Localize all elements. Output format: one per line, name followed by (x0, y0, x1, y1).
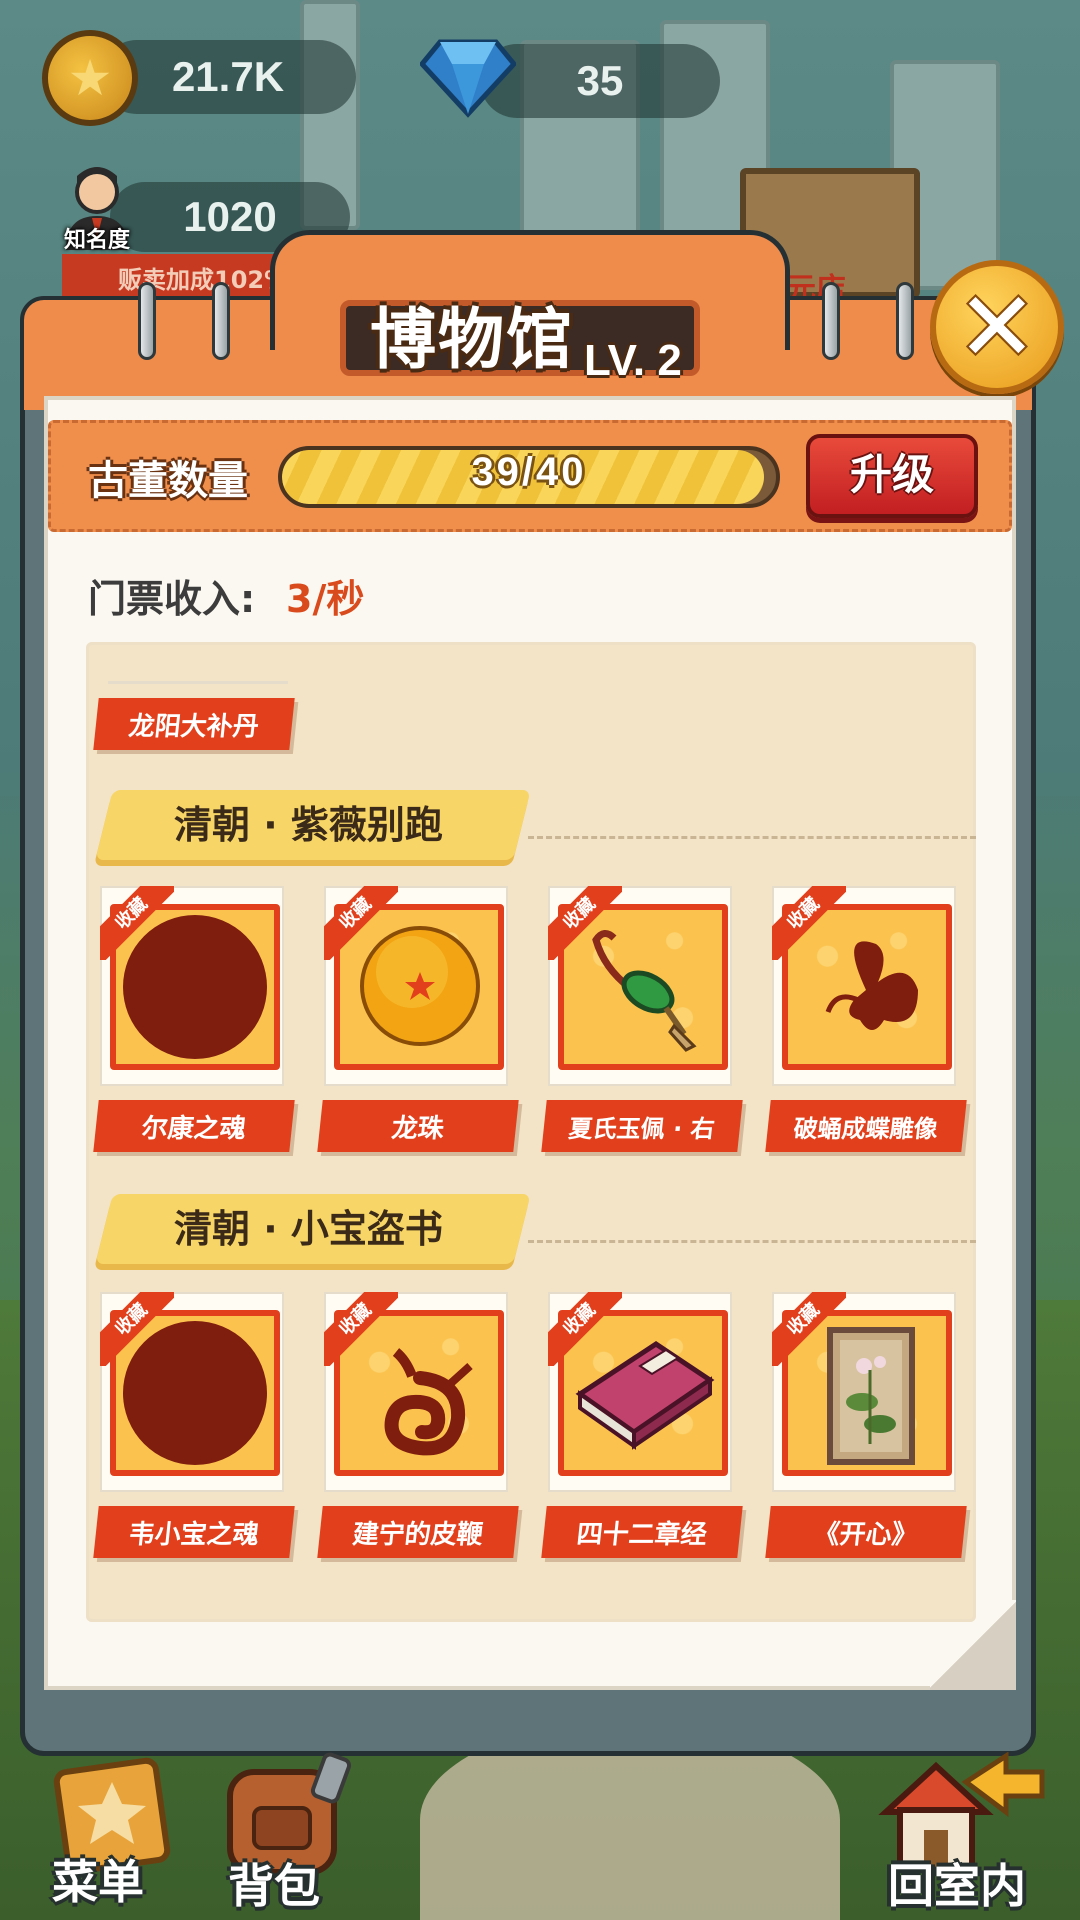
antique-count-value: 39/40 (471, 450, 587, 494)
item-name-ribbon: 龙阳大补丹 (93, 698, 295, 750)
coin-counter: 21.7K (100, 40, 356, 114)
coin-value: 21.7K (171, 53, 285, 100)
item-name-ribbon: 破蛹成蝶雕像 (765, 1100, 967, 1152)
collection-item[interactable]: 收藏 (548, 886, 732, 1086)
collection-item[interactable]: 收藏 (772, 1292, 956, 1492)
collected-badge: 收藏 (100, 886, 174, 960)
item-name-ribbon: 韦小宝之魂 (93, 1506, 295, 1558)
item-name-ribbon: 尔康之魂 (93, 1100, 295, 1152)
collected-badge: 收藏 (324, 1292, 398, 1366)
collection-item[interactable]: 收藏 (100, 1292, 284, 1492)
collected-badge: 收藏 (100, 1292, 174, 1366)
fame-label: 知名度 (63, 228, 130, 253)
close-button[interactable]: ✕ (930, 260, 1064, 394)
section-title: 清朝 · 紫薇别跑 (174, 803, 443, 847)
diamond-icon (420, 39, 516, 118)
binder-ring (822, 282, 840, 360)
collection-item[interactable]: 收藏 (772, 886, 956, 1086)
bag-label[interactable]: 背包 (228, 1850, 320, 1916)
item-name-ribbon: 龙珠 (317, 1100, 519, 1152)
home-label[interactable]: 回室内 (888, 1850, 1026, 1916)
item-name-ribbon: 《开心》 (765, 1506, 967, 1558)
binder-ring (138, 282, 156, 360)
collected-badge: 收藏 (772, 886, 846, 960)
item-name-ribbon: 四十二章经 (541, 1506, 743, 1558)
ticket-income-label: 门票收入: (88, 577, 256, 621)
collected-badge: 收藏 (324, 886, 398, 960)
panel-title: 博物馆 (370, 301, 574, 378)
binder-ring (896, 282, 914, 360)
collected-badge: 收藏 (548, 1292, 622, 1366)
item-name-ribbon: 建宁的皮鞭 (317, 1506, 519, 1558)
close-icon: ✕ (956, 271, 1038, 383)
panel-level: LV. 2 (584, 336, 682, 385)
section-divider (528, 1240, 976, 1243)
menu-label[interactable]: 菜单 (52, 1846, 144, 1912)
collection-item[interactable]: 收藏 (324, 886, 508, 1086)
gem-value: 35 (576, 57, 624, 104)
ticket-income-value: 3/秒 (286, 577, 365, 621)
collection-item[interactable]: 收藏 (548, 1292, 732, 1492)
fame-value: 1020 (183, 193, 277, 240)
item-name-ribbon: 夏氏玉佩 · 右 (541, 1100, 743, 1152)
section-divider (528, 836, 976, 839)
collection-item[interactable]: 收藏 (324, 1292, 508, 1492)
coin-icon: ★ (42, 30, 138, 126)
gem-counter: 35 (480, 44, 720, 118)
collected-badge: 收藏 (548, 886, 622, 960)
antique-count-label: 古董数量 (88, 458, 248, 504)
section-title: 清朝 · 小宝盗书 (174, 1207, 443, 1251)
collected-badge: 收藏 (772, 1292, 846, 1366)
collection-item[interactable]: 收藏 (100, 886, 284, 1086)
upgrade-button[interactable]: 升级 (806, 434, 978, 518)
item-card-edge (108, 674, 288, 684)
binder-ring (212, 282, 230, 360)
